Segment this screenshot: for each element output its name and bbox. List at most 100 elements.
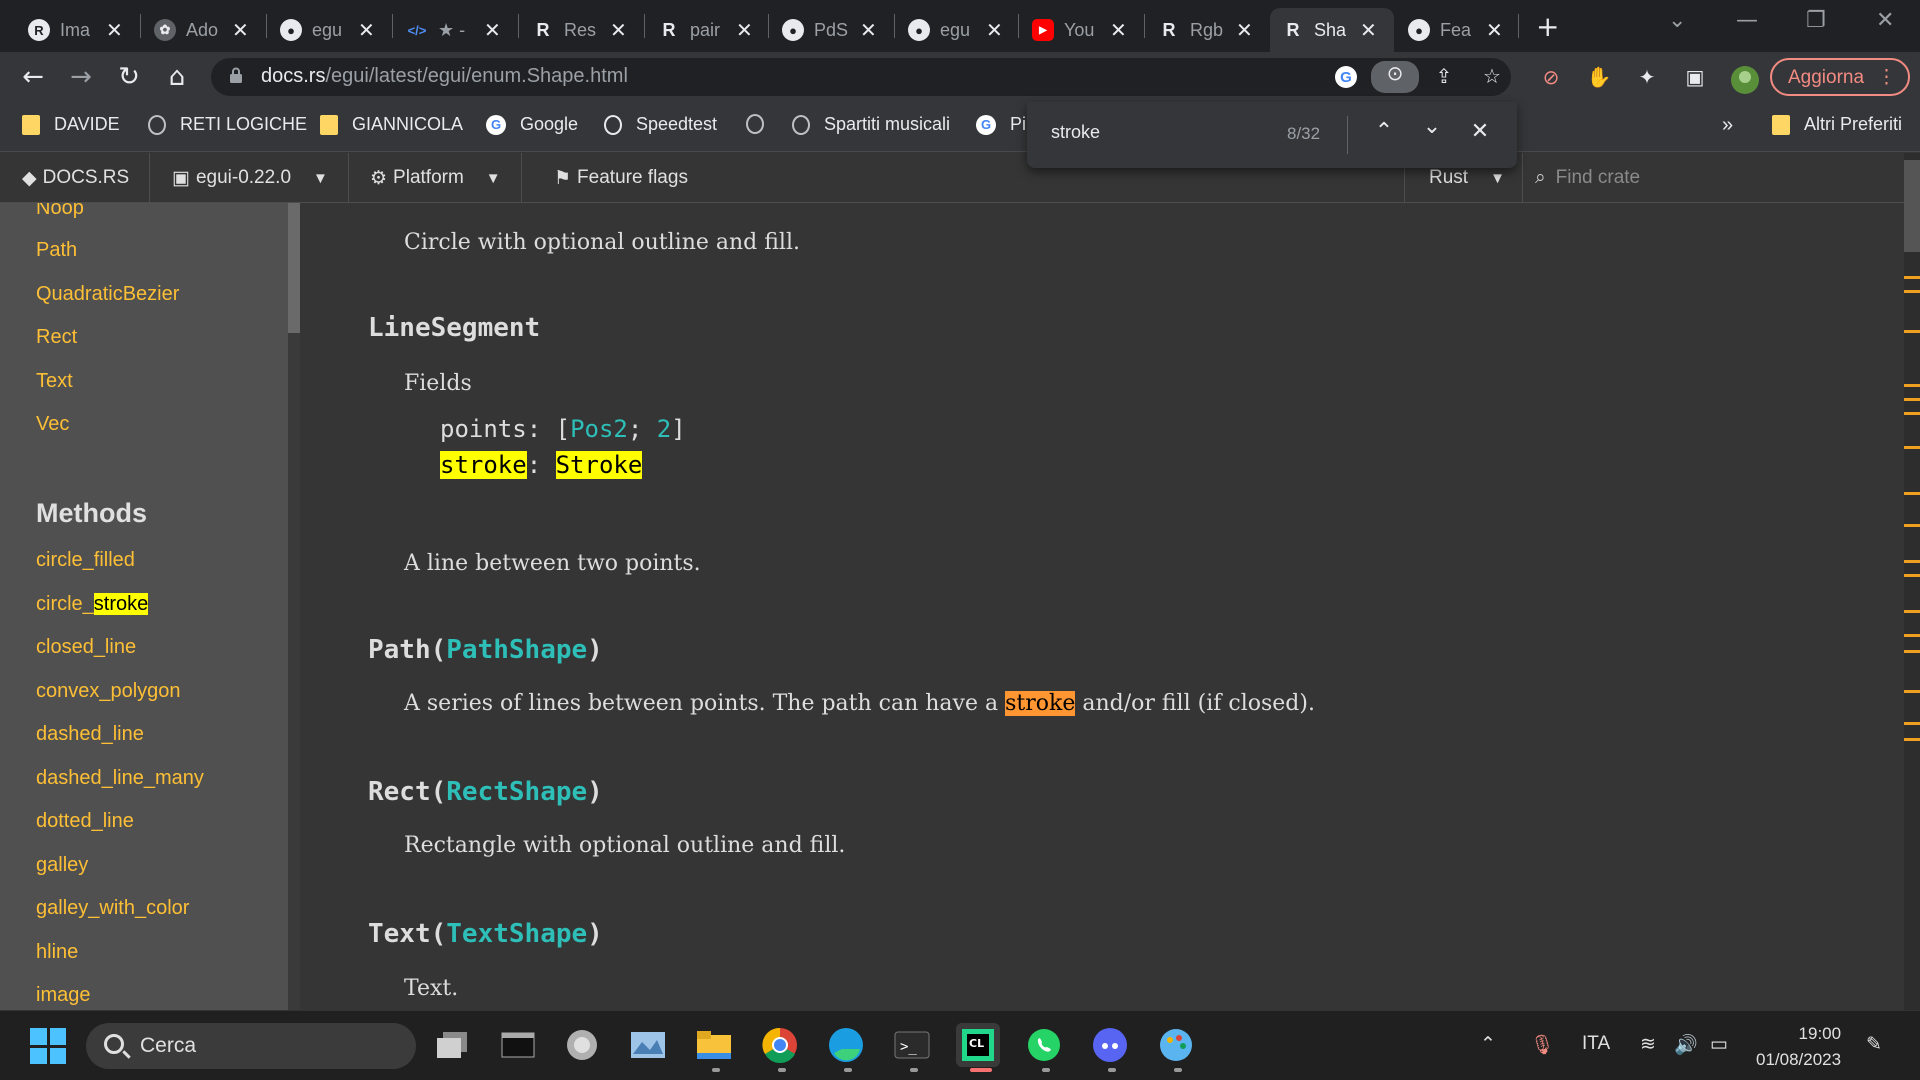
close-icon[interactable]: ✕ (358, 18, 375, 43)
variant-heading-text[interactable]: Text(TextShape) (368, 919, 603, 949)
sidebar-method-dashed-line-many[interactable]: dashed_line_many (36, 767, 204, 790)
tab-1[interactable]: ✿ Ado ✕ (142, 8, 249, 52)
sidebar-variant-rect[interactable]: Rect (36, 326, 77, 349)
close-icon[interactable]: ✕ (860, 18, 877, 43)
tab-0[interactable]: R Ima ✕ (16, 8, 123, 52)
reload-icon[interactable]: ↻ (114, 62, 144, 92)
extensions-icon[interactable]: ✦ (1634, 65, 1660, 91)
page-scrollbar[interactable] (1904, 153, 1920, 1010)
back-icon[interactable]: ← (18, 62, 48, 92)
close-icon[interactable]: ✕ (484, 18, 501, 43)
sidebar-method-circle-filled[interactable]: circle_filled (36, 549, 135, 572)
close-icon[interactable]: ✕ (106, 18, 123, 43)
edge-icon[interactable] (824, 1023, 868, 1067)
system-clock[interactable]: 19:00 01/08/2023 (1756, 1021, 1841, 1073)
tab-6[interactable]: ● PdS ✕ (770, 8, 877, 52)
taskbar-search[interactable]: Cerca (86, 1023, 416, 1069)
close-icon[interactable]: ✕ (736, 18, 753, 43)
sidebar-method-circle-stroke[interactable]: circle_stroke (36, 593, 149, 616)
bookmark-star-icon[interactable]: ☆ (1479, 64, 1505, 90)
sidebar-method-convex-polygon[interactable]: convex_polygon (36, 680, 181, 703)
wifi-icon[interactable]: ≋ (1640, 1033, 1656, 1056)
feature-flags-link[interactable]: ⚑ Feature flags (530, 153, 708, 203)
sidebar-method-galley-with-color[interactable]: galley_with_color (36, 897, 189, 920)
docs-rs-home-link[interactable]: ◆ DOCS.RS (0, 153, 151, 203)
discord-icon[interactable] (1088, 1023, 1132, 1067)
adblock-extension-icon[interactable]: ✋ (1586, 65, 1612, 91)
sidebar-method-galley[interactable]: galley (36, 854, 88, 877)
share-icon[interactable]: ⇪ (1431, 64, 1457, 90)
type-link-pos2[interactable]: Pos2 (570, 415, 628, 443)
find-next-icon[interactable]: ⌄ (1419, 114, 1445, 139)
tab-3[interactable]: </> ★ - ✕ (394, 8, 501, 52)
find-close-icon[interactable]: ✕ (1467, 119, 1493, 144)
new-tab-button[interactable]: + (1536, 10, 1559, 43)
input-language[interactable]: ITA (1582, 1033, 1610, 1055)
chrome-icon[interactable] (758, 1023, 802, 1067)
tab-9[interactable]: R Rgb ✕ (1146, 8, 1253, 52)
file-explorer-icon[interactable] (692, 1023, 736, 1067)
variant-heading-rect[interactable]: Rect(RectShape) (368, 777, 603, 807)
address-bar[interactable]: docs.rs/egui/latest/egui/enum.Shape.html… (211, 58, 1511, 96)
bookmark-speedtest[interactable]: Speedtest (604, 114, 717, 135)
platform-menu[interactable]: ⚙ Platform ▼ (346, 153, 522, 203)
other-bookmarks[interactable]: Altri Preferiti (1772, 114, 1902, 135)
bookmark-google[interactable]: G Google (486, 114, 578, 135)
blocker-extension-icon[interactable]: ⊘ (1538, 65, 1564, 91)
sidebar-method-hline[interactable]: hline (36, 941, 78, 964)
whatsapp-icon[interactable] (1022, 1023, 1066, 1067)
update-button[interactable]: Aggiorna ⋮ (1770, 58, 1910, 96)
image-viewer-icon[interactable] (626, 1023, 670, 1067)
show-hidden-icons-chevron-icon[interactable]: ⌃ (1480, 1033, 1496, 1056)
forward-icon[interactable]: → (66, 62, 96, 92)
windows-start-icon[interactable] (30, 1028, 66, 1064)
type-link-stroke[interactable]: Stroke (555, 451, 643, 479)
sidebar-variant-quadraticbezier[interactable]: QuadraticBezier (36, 283, 179, 306)
close-icon[interactable]: ✕ (610, 18, 627, 43)
page-scrollbar-thumb[interactable] (1904, 160, 1920, 252)
sidebar-variant-text[interactable]: Text (36, 370, 73, 393)
close-window-button[interactable]: ✕ (1876, 8, 1894, 33)
sidebar-method-closed-line[interactable]: closed_line (36, 636, 136, 659)
bookmark-unnamed[interactable] (746, 114, 778, 134)
profile-avatar[interactable] (1730, 65, 1759, 94)
close-icon[interactable]: ✕ (1236, 18, 1253, 43)
tab-8[interactable]: ▶ You ✕ (1020, 8, 1127, 52)
sidebar-method-dashed-line[interactable]: dashed_line (36, 723, 144, 746)
close-icon[interactable]: ✕ (986, 18, 1003, 43)
close-icon[interactable]: ✕ (1110, 18, 1127, 43)
bookmark-davide[interactable]: DAVIDE (22, 114, 120, 135)
tab-search-icon[interactable]: ⌄ (1668, 8, 1686, 33)
google-icon[interactable]: G (1333, 64, 1359, 90)
sidebar-method-dotted-line[interactable]: dotted_line (36, 810, 134, 833)
sidebar-variant-path[interactable]: Path (36, 239, 77, 262)
close-icon[interactable]: ✕ (232, 18, 249, 43)
tab-4[interactable]: R Res ✕ (520, 8, 627, 52)
lens-icon[interactable]: ⊙ (1371, 61, 1419, 93)
variant-heading-linesegment[interactable]: LineSegment (368, 313, 540, 343)
microphone-icon[interactable]: 🎙 (1530, 1033, 1554, 1057)
windows-terminal-icon[interactable]: >_ (890, 1023, 934, 1067)
bookmark-pi[interactable]: G Pi (976, 114, 1026, 135)
variant-heading-path[interactable]: Path(PathShape) (368, 635, 603, 665)
side-panel-icon[interactable]: ▣ (1682, 65, 1708, 91)
more-bookmarks-chevron-icon[interactable]: » (1722, 114, 1733, 137)
tab-10-active[interactable]: R Sha ✕ (1270, 8, 1394, 52)
tab-7[interactable]: ● egu ✕ (896, 8, 1003, 52)
terminal-app-icon[interactable] (496, 1023, 540, 1067)
battery-icon[interactable]: ▭ (1710, 1033, 1728, 1056)
bookmark-giannicola[interactable]: GIANNICOLA (320, 114, 463, 135)
find-previous-icon[interactable]: ⌃ (1371, 119, 1397, 144)
sidebar-variant-vec[interactable]: Vec (36, 413, 69, 436)
tab-5[interactable]: R pair ✕ (646, 8, 753, 52)
crate-version-menu[interactable]: ▣ egui-0.22.0 ▼ (148, 153, 349, 203)
task-view-icon[interactable] (430, 1023, 474, 1067)
tab-11[interactable]: ● Fea ✕ (1396, 8, 1503, 52)
paint-icon[interactable] (1154, 1023, 1198, 1067)
find-crate-input[interactable]: ⌕ Find crate (1522, 153, 1920, 203)
home-icon[interactable]: ⌂ (162, 62, 192, 92)
close-icon[interactable]: ✕ (1360, 18, 1377, 43)
volume-icon[interactable]: 🔊 (1674, 1033, 1698, 1057)
notifications-icon[interactable]: ✎ (1866, 1033, 1882, 1056)
bookmark-reti-logiche[interactable]: RETI LOGICHE (148, 114, 307, 135)
